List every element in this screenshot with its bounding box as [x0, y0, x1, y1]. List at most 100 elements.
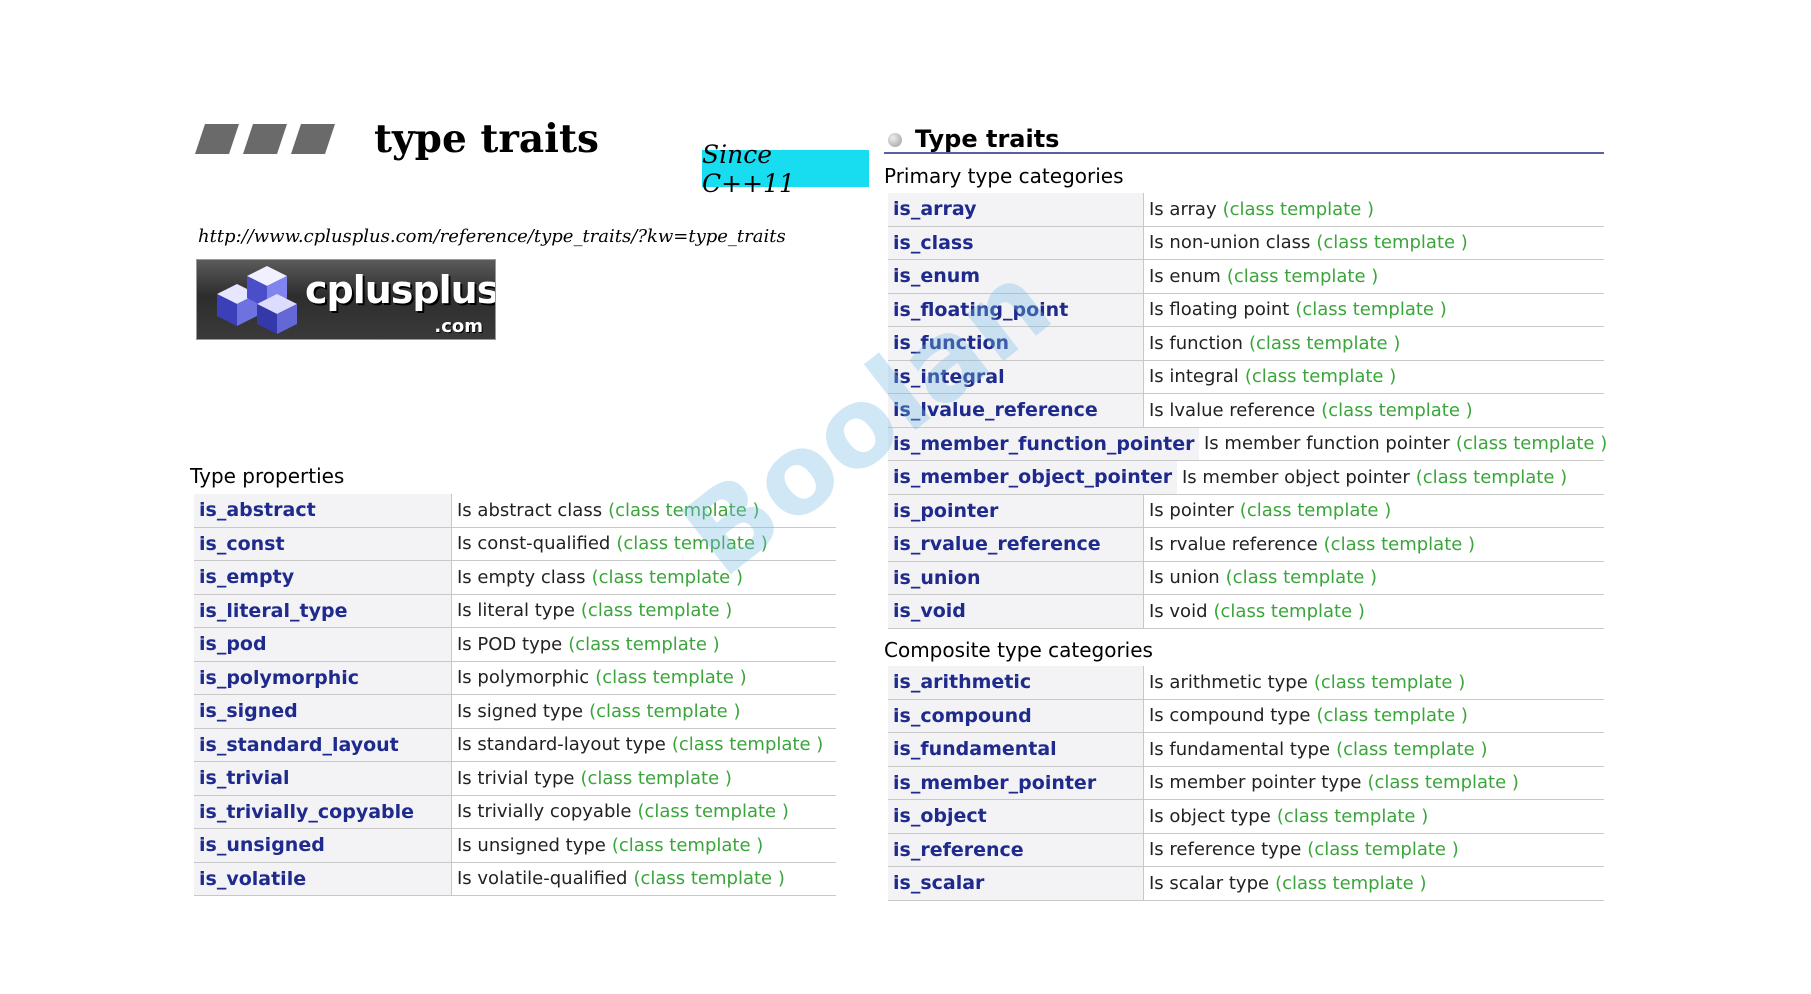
table-row: is_pointer Is pointer (class template )	[888, 494, 1604, 528]
class-template-link[interactable]: (class template )	[589, 701, 740, 722]
class-template-link[interactable]: (class template )	[1456, 433, 1607, 454]
class-template-link[interactable]: (class template )	[672, 734, 823, 755]
table-row: is_volatile Is volatile-qualified (class t…	[194, 862, 836, 896]
trait-description: Is array	[1149, 198, 1217, 220]
class-template-link[interactable]: (class template )	[1226, 567, 1377, 588]
trait-name-link[interactable]: is_arithmetic	[893, 671, 1031, 693]
class-template-link[interactable]: (class template )	[1245, 366, 1396, 387]
class-template-link[interactable]: (class template )	[1223, 199, 1374, 220]
trait-name-link[interactable]: is_class	[893, 232, 974, 254]
trait-description: Is rvalue reference	[1149, 533, 1318, 555]
class-template-link[interactable]: (class template )	[1240, 500, 1391, 521]
table-row: is_pod Is POD type (class template )	[194, 628, 836, 662]
trait-name-link[interactable]: is_member_function_pointer	[893, 433, 1194, 455]
class-template-link[interactable]: (class template )	[1314, 672, 1465, 693]
table-row: is_member_pointer Is member pointer type(…	[888, 766, 1604, 800]
class-template-link[interactable]: (class template )	[1277, 806, 1428, 827]
class-template-link[interactable]: (class template )	[633, 868, 784, 889]
trait-name-link[interactable]: is_volatile	[199, 868, 306, 890]
trait-name-link[interactable]: is_unsigned	[199, 834, 325, 856]
trait-name-link[interactable]: is_scalar	[893, 872, 984, 894]
table-row: is_enum Is enum (class template )	[888, 260, 1604, 294]
table-row: is_integral Is integral (class template )	[888, 360, 1604, 394]
trait-description: Is member function pointer	[1204, 433, 1450, 455]
table-row: is_object Is object type (class template )	[888, 800, 1604, 834]
table-row: is_floating_point Is floating point (class…	[888, 293, 1604, 327]
trait-name-link[interactable]: is_lvalue_reference	[893, 399, 1098, 421]
trait-name-link[interactable]: is_integral	[893, 366, 1005, 388]
class-template-link[interactable]: (class template )	[1416, 467, 1567, 488]
primary-categories-heading: Primary type categories	[884, 164, 1124, 188]
class-template-link[interactable]: (class template )	[592, 567, 743, 588]
trait-name-link[interactable]: is_pod	[199, 633, 267, 655]
class-template-link[interactable]: (class template )	[568, 634, 719, 655]
table-row: is_polymorphic Is polymorphic (class templ…	[194, 661, 836, 695]
bullet-icon	[888, 133, 902, 147]
trait-name-link[interactable]: is_standard_layout	[199, 734, 399, 756]
cplusplus-logo: cplusplus .com	[196, 259, 496, 340]
trait-name-link[interactable]: is_abstract	[199, 499, 316, 521]
reference-url[interactable]: http://www.cplusplus.com/reference/type_…	[198, 226, 786, 247]
class-template-link[interactable]: (class template )	[608, 500, 759, 521]
trait-name-link[interactable]: is_union	[893, 567, 980, 589]
class-template-link[interactable]: (class template )	[1295, 299, 1446, 320]
class-template-link[interactable]: (class template )	[1214, 601, 1365, 622]
trait-name-link[interactable]: is_enum	[893, 265, 980, 287]
trait-name-link[interactable]: is_member_pointer	[893, 772, 1096, 794]
class-template-link[interactable]: (class template )	[612, 835, 763, 856]
trait-name-link[interactable]: is_member_object_pointer	[893, 466, 1172, 488]
class-template-link[interactable]: (class template )	[637, 801, 788, 822]
trait-name-link[interactable]: is_trivially_copyable	[199, 801, 414, 823]
class-template-link[interactable]: (class template )	[1275, 873, 1426, 894]
trait-description: Is function	[1149, 332, 1243, 354]
trait-description: Is fundamental type	[1149, 738, 1331, 760]
table-row: is_function Is function (class template )	[888, 327, 1604, 361]
trait-name-link[interactable]: is_trivial	[199, 767, 290, 789]
trait-name-link[interactable]: is_object	[893, 805, 987, 827]
class-template-link[interactable]: (class template )	[1227, 266, 1378, 287]
table-row: is_rvalue_reference Is rvalue reference (c…	[888, 528, 1604, 562]
trait-description: Is abstract class	[457, 499, 603, 521]
class-template-link[interactable]: (class template )	[1316, 232, 1467, 253]
logo-suffix: .com	[434, 316, 483, 337]
trait-name-link[interactable]: is_void	[893, 600, 966, 622]
class-template-link[interactable]: (class template )	[1324, 534, 1475, 555]
trait-description: Is trivially copyable	[457, 801, 632, 823]
trait-name-link[interactable]: is_rvalue_reference	[893, 533, 1101, 555]
class-template-link[interactable]: (class template )	[595, 667, 746, 688]
class-template-link[interactable]: (class template )	[1249, 333, 1400, 354]
trait-description: Is union	[1149, 567, 1220, 589]
trait-description: Is scalar type	[1149, 872, 1270, 894]
class-template-link[interactable]: (class template )	[581, 600, 732, 621]
trait-description: Is reference type	[1149, 839, 1302, 861]
trait-name-link[interactable]: is_literal_type	[199, 600, 347, 622]
trait-name-link[interactable]: is_array	[893, 198, 977, 220]
class-template-link[interactable]: (class template )	[1316, 705, 1467, 726]
trait-name-link[interactable]: is_fundamental	[893, 738, 1057, 760]
trait-name-link[interactable]: is_signed	[199, 700, 298, 722]
trait-description: Is member object pointer	[1182, 466, 1410, 488]
trait-name-link[interactable]: is_polymorphic	[199, 667, 359, 689]
logo-wordmark: cplusplus	[305, 268, 496, 312]
trait-name-link[interactable]: is_pointer	[893, 500, 998, 522]
table-row: is_arithmetic Is arithmetic type (class te…	[888, 666, 1604, 700]
trait-name-link[interactable]: is_const	[199, 533, 285, 555]
decorative-bars-icon	[195, 124, 335, 154]
class-template-link[interactable]: (class template )	[1307, 839, 1458, 860]
heading-rule	[884, 152, 1604, 154]
trait-name-link[interactable]: is_floating_point	[893, 299, 1068, 321]
table-row: is_reference Is reference type (class temp…	[888, 833, 1604, 867]
class-template-link[interactable]: (class template )	[1336, 739, 1487, 760]
trait-name-link[interactable]: is_function	[893, 332, 1009, 354]
trait-name-link[interactable]: is_empty	[199, 566, 294, 588]
class-template-link[interactable]: (class template )	[1367, 772, 1518, 793]
class-template-link[interactable]: (class template )	[616, 533, 767, 554]
class-template-link[interactable]: (class template )	[1321, 400, 1472, 421]
trait-name-link[interactable]: is_compound	[893, 705, 1032, 727]
table-row: is_trivially_copyable Is trivially copyab…	[194, 795, 836, 829]
trait-description: Is void	[1149, 600, 1208, 622]
table-row: is_array Is array (class template )	[888, 193, 1604, 227]
trait-description: Is literal type	[457, 600, 575, 622]
trait-name-link[interactable]: is_reference	[893, 839, 1024, 861]
class-template-link[interactable]: (class template )	[580, 768, 731, 789]
